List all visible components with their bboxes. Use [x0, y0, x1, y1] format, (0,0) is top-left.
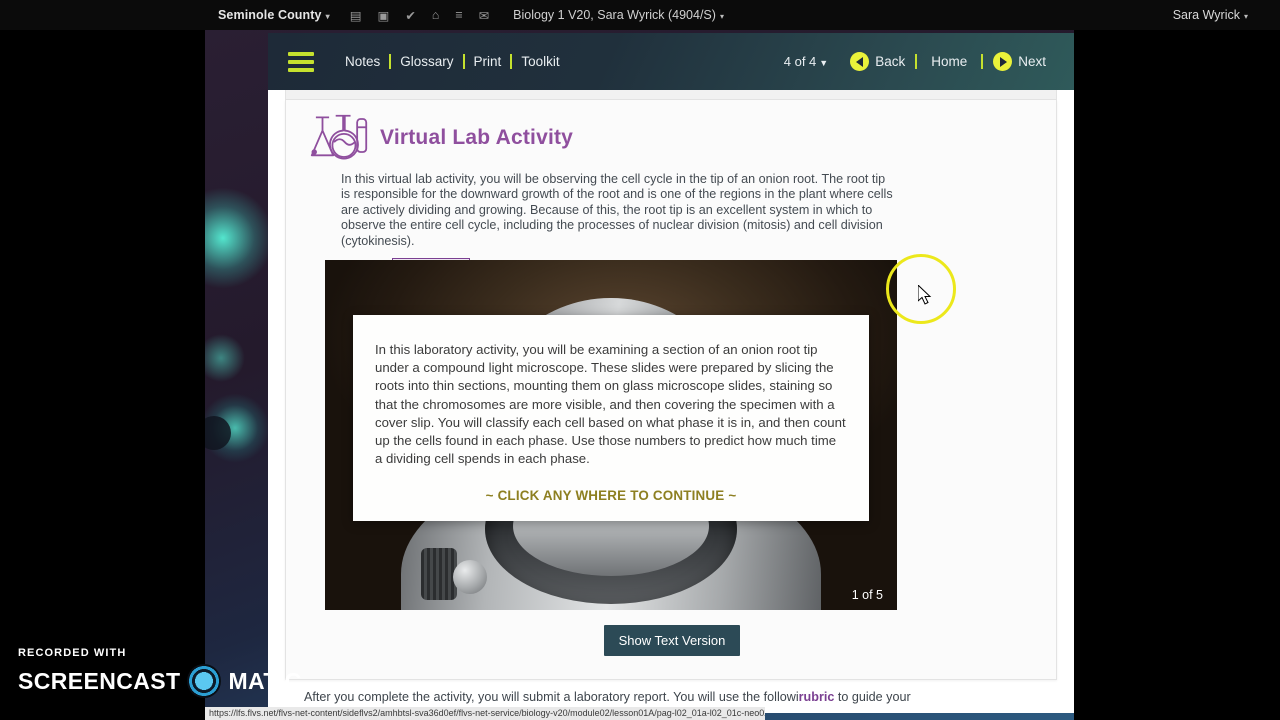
modal-body-text: In this laboratory activity, you will be…	[375, 342, 846, 467]
chevron-down-icon: ▾	[325, 12, 330, 21]
org-label: Seminole County	[218, 8, 322, 22]
chevron-down-icon: ▾	[719, 12, 724, 21]
watermark-brand: SCREENCAST MATIC	[18, 664, 302, 698]
mouse-cursor-icon	[918, 285, 932, 305]
chevron-down-icon: ▾	[1243, 12, 1248, 21]
inbox-icon[interactable]: ▣	[378, 8, 390, 23]
page-count-label: 4 of 4	[783, 54, 817, 69]
lms-top-bar: Seminole County ▾ ▤ ▣ ✔ ⌂ ≡ ✉ Biology 1 V…	[0, 0, 1280, 30]
print-link[interactable]: Print	[465, 54, 511, 69]
activity-card: Virtual Lab Activity In this virtual lab…	[285, 100, 1057, 680]
wallpaper-blob	[205, 416, 231, 450]
virtual-lab-media[interactable]: In this laboratory activity, you will be…	[325, 260, 897, 610]
screen-root: Seminole County ▾ ▤ ▣ ✔ ⌂ ≡ ✉ Biology 1 V…	[0, 0, 1280, 720]
watermark-matic: MATIC	[228, 667, 302, 694]
show-text-version-wrap: Show Text Version	[286, 625, 1058, 656]
watermark-recorded-with: RECORDED WITH	[18, 647, 127, 659]
microscope-focus-knob	[421, 548, 457, 600]
envelope-icon[interactable]: ✉	[479, 8, 489, 23]
menu-icon[interactable]: ≡	[455, 8, 462, 22]
bottom-paragraph-suffix: to guide your	[834, 690, 911, 704]
next-button[interactable]: Next	[983, 52, 1056, 71]
course-selector[interactable]: Biology 1 V20, Sara Wyrick (4904/S) ▾	[513, 8, 724, 22]
arrow-left-icon	[850, 52, 870, 71]
back-button[interactable]: Back	[840, 52, 915, 71]
card-top-sliver	[285, 90, 1057, 100]
page-count-dropdown[interactable]: 4 of 4 ▼	[784, 54, 828, 69]
browser-page: Notes Glossary Print Toolkit 4 of 4 ▼ Bac…	[268, 33, 1074, 713]
page-title: Virtual Lab Activity	[380, 126, 574, 149]
status-bar-url: https://lfs.flvs.net/flvs-net-content/si…	[205, 707, 765, 720]
header-nav: 4 of 4 ▼ Back Home Next	[784, 52, 1056, 71]
user-label: Sara Wyrick	[1172, 8, 1240, 22]
course-header-bar: Notes Glossary Print Toolkit 4 of 4 ▼ Bac…	[268, 33, 1074, 90]
user-menu[interactable]: Sara Wyrick ▾	[1173, 8, 1248, 22]
back-label: Back	[875, 54, 906, 69]
org-selector[interactable]: Seminole County ▾	[218, 8, 330, 22]
header-links: Notes Glossary Print Toolkit	[336, 54, 569, 69]
hamburger-icon[interactable]	[288, 48, 314, 76]
bottom-paragraph: After you complete the activity, you wil…	[304, 690, 1034, 705]
content-area: Virtual Lab Activity In this virtual lab…	[268, 90, 1074, 713]
watermark-screencast: SCREENCAST	[18, 667, 181, 694]
screencast-watermark: RECORDED WITH SCREENCAST MATIC	[18, 647, 302, 698]
home-icon[interactable]: ⌂	[432, 8, 440, 22]
show-text-version-button[interactable]: Show Text Version	[603, 625, 741, 656]
course-label: Biology 1 V20, Sara Wyrick (4904/S)	[513, 8, 716, 22]
notes-link[interactable]: Notes	[336, 54, 389, 69]
home-button[interactable]: Home	[917, 54, 981, 69]
glossary-link[interactable]: Glossary	[391, 54, 462, 69]
intro-modal[interactable]: In this laboratory activity, you will be…	[353, 315, 869, 522]
toolkit-link[interactable]: Toolkit	[512, 54, 568, 69]
chevron-down-icon: ▼	[819, 58, 829, 68]
bottom-paragraph-prefix: After you complete the activity, you wil…	[304, 690, 799, 704]
toolbar-icons: ▤ ▣ ✔ ⌂ ≡ ✉	[350, 8, 489, 23]
check-icon[interactable]: ✔	[405, 8, 415, 23]
notebook-icon[interactable]: ▤	[350, 8, 362, 23]
click-to-continue-label[interactable]: ~ CLICK ANY WHERE TO CONTINUE ~	[375, 488, 847, 503]
activity-title-row: Virtual Lab Activity	[286, 100, 1056, 164]
slide-counter: 1 of 5	[851, 588, 883, 602]
microscope-fine-knob	[453, 560, 487, 594]
arrow-right-icon	[993, 52, 1013, 71]
activity-intro-paragraph: In this virtual lab activity, you will b…	[341, 172, 893, 248]
rubric-link[interactable]: rubric	[799, 690, 835, 704]
lab-glassware-icon	[310, 114, 368, 160]
next-label: Next	[1018, 54, 1046, 69]
screencast-o-matic-logo	[187, 664, 222, 698]
